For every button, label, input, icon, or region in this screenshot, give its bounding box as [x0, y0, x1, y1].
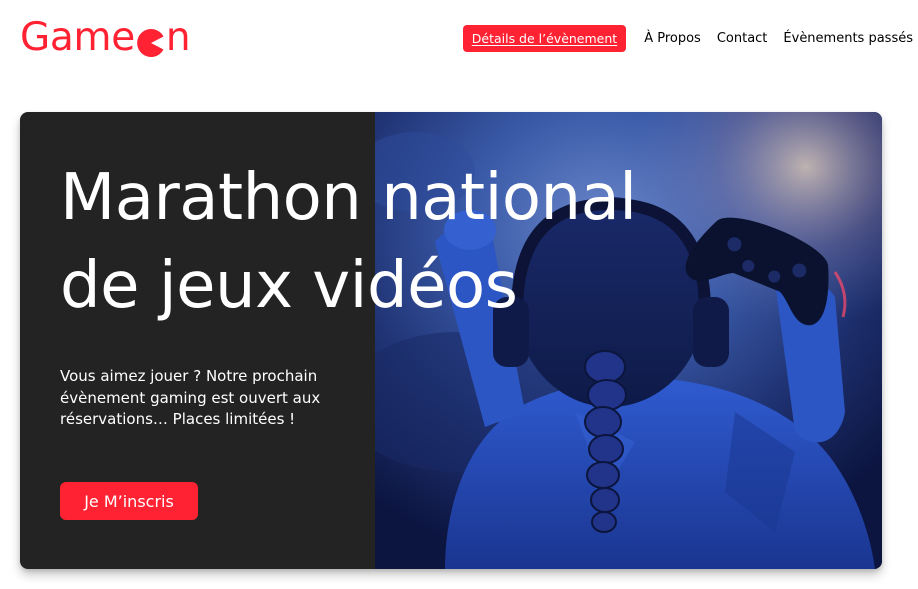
logo[interactable]: Game n	[20, 14, 191, 60]
site-header: Game n Détails de l’évènement À Propos C…	[0, 0, 918, 80]
nav-item-about[interactable]: À Propos	[644, 31, 701, 46]
logo-text-prefix: Game	[20, 14, 135, 60]
nav-item-past-events[interactable]: Évènements passés	[783, 31, 913, 46]
hero-title-line-2: de jeux vidéos	[60, 249, 518, 323]
pacman-o-icon	[137, 25, 165, 57]
page: Game n Détails de l’évènement À Propos C…	[0, 0, 918, 589]
nav-item-event-details[interactable]: Détails de l’évènement	[462, 24, 627, 52]
hero-title-line-1: Marathon national	[60, 161, 637, 235]
hero-title: Marathon national de jeux vidéos	[60, 154, 680, 330]
logo-text-suffix: n	[165, 14, 191, 60]
hero-description: Vous aimez jouer ? Notre prochain évènem…	[60, 367, 321, 428]
nav-item-contact[interactable]: Contact	[717, 31, 768, 46]
register-button[interactable]: Je M’inscris	[60, 482, 198, 520]
main-nav: Détails de l’évènement À Propos Contact …	[462, 24, 918, 52]
hero-section: Marathon national de jeux vidéos Vous ai…	[20, 112, 882, 569]
